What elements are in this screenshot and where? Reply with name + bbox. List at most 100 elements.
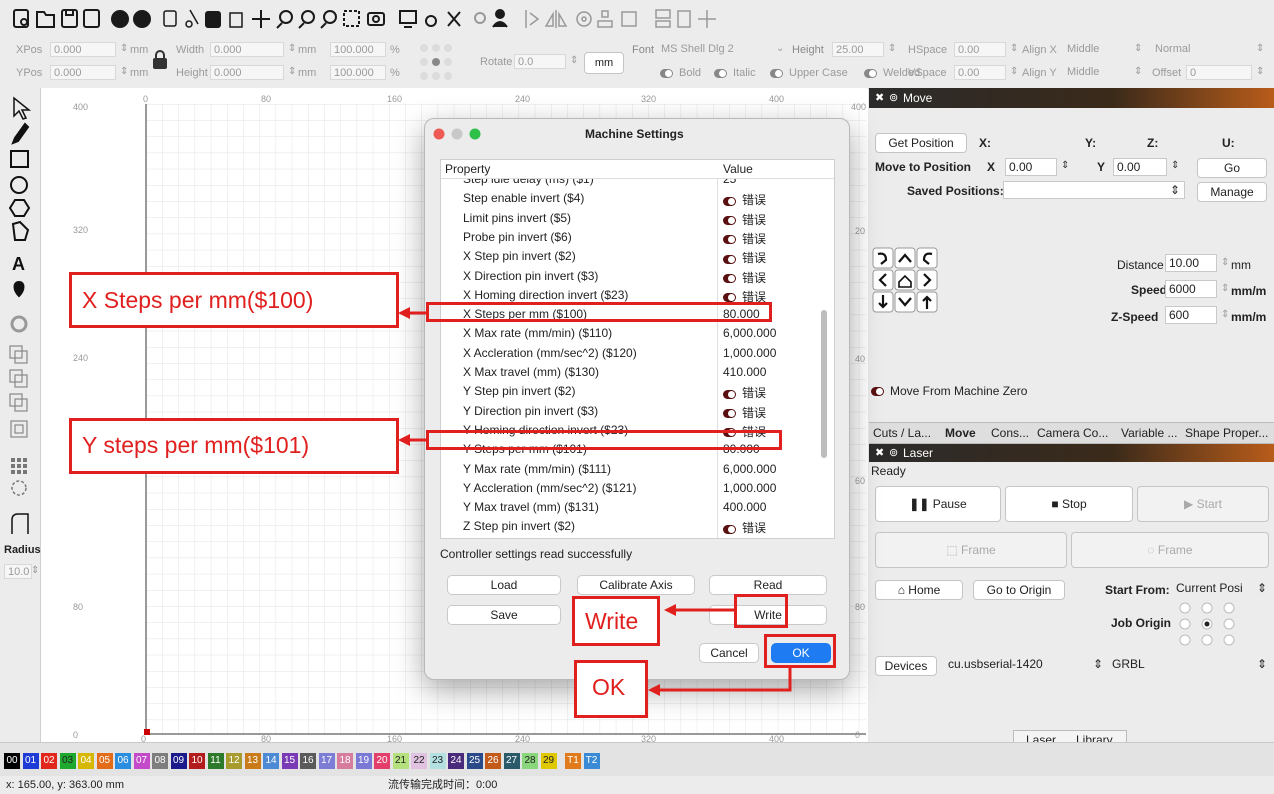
controller-select[interactable]: GRBL ⇕ (1109, 656, 1269, 674)
color-swatch-08[interactable]: 08 (152, 753, 168, 769)
cancel-button[interactable]: Cancel (699, 643, 759, 663)
row-value[interactable]: 错误 (723, 384, 766, 401)
zoom-window-icon[interactable] (469, 128, 481, 140)
close-icon[interactable]: ✖ (875, 88, 884, 108)
toggle-off-icon[interactable] (723, 254, 736, 264)
distance-field[interactable]: 10.00 (1165, 254, 1217, 272)
offset-tool-icon[interactable] (10, 315, 28, 333)
table-row[interactable]: X Accleration (mm/sec^2) ($120) 1,000.000 (441, 344, 821, 362)
color-swatch-26[interactable]: 26 (485, 753, 501, 769)
save-button[interactable]: Save (447, 605, 561, 625)
font-select[interactable]: MS Shell Dlg 2 (658, 42, 782, 57)
color-swatch-07[interactable]: 07 (133, 753, 150, 769)
tools-icon[interactable] (447, 11, 461, 27)
color-swatch-15[interactable]: 15 (281, 753, 298, 769)
start-button[interactable]: ▶ Start (1137, 486, 1269, 522)
align-icon[interactable] (525, 10, 540, 28)
zoom-out-icon[interactable] (298, 10, 315, 29)
row-value[interactable]: 410.000 (723, 365, 766, 379)
go-button[interactable]: Go (1197, 158, 1267, 178)
close-window-icon[interactable] (433, 128, 445, 140)
width-percent-field[interactable]: 100.000 (330, 42, 386, 57)
load-button[interactable]: Load (447, 575, 561, 595)
table-row[interactable]: Limit pins invert ($5) 错误 (441, 209, 821, 227)
open-file-icon[interactable] (36, 11, 55, 28)
color-swatch-09[interactable]: 09 (170, 753, 187, 769)
row-value[interactable]: 6,000.000 (723, 462, 776, 476)
toggle-off-icon[interactable] (723, 235, 736, 245)
row-value[interactable]: 错误 (723, 230, 766, 247)
weld-icon[interactable] (10, 420, 28, 438)
redo-icon[interactable] (133, 10, 151, 28)
camera-icon[interactable] (367, 12, 385, 26)
ypos-field[interactable]: 0.000 (50, 65, 116, 80)
color-swatch-02[interactable]: 02 (41, 753, 57, 769)
toggle-off-icon[interactable] (723, 273, 736, 283)
table-row[interactable]: X Max rate (mm/min) ($110) 6,000.000 (441, 324, 821, 342)
node-icon[interactable] (597, 10, 613, 28)
height-stepper[interactable]: ⇕ (288, 65, 298, 79)
distance-stepper[interactable]: ⇕ (1221, 256, 1231, 270)
job-origin-grid[interactable] (1177, 600, 1247, 654)
font-height-stepper[interactable]: ⇕ (888, 42, 898, 56)
target-icon[interactable] (576, 11, 592, 27)
frame-rect-button[interactable]: ⬚ Frame (875, 532, 1067, 568)
port-select[interactable]: cu.usbserial-1420 ⇕ (945, 656, 1105, 674)
layout-icon[interactable] (655, 9, 671, 28)
table-row[interactable]: Y Accleration (mm/sec^2) ($121) 1,000.000 (441, 479, 821, 497)
split-icon[interactable] (698, 10, 716, 28)
array-icon[interactable] (474, 12, 486, 24)
rotate-stepper[interactable]: ⇕ (570, 54, 580, 68)
grid-array-icon[interactable] (11, 458, 27, 474)
italic-toggle[interactable]: Italic (714, 67, 756, 79)
minimize-window-icon[interactable] (451, 128, 463, 140)
float-icon[interactable]: ⊚ (889, 444, 898, 462)
row-value[interactable]: 1,000.000 (723, 346, 776, 360)
move-y-stepper[interactable]: ⇕ (1171, 159, 1181, 173)
vspace-field[interactable]: 0.00 (954, 65, 1006, 80)
row-value[interactable]: 错误 (723, 191, 766, 208)
row-value[interactable]: 错误 (723, 269, 766, 286)
polygon-tool-icon[interactable] (8, 199, 31, 217)
alignx-select[interactable]: Middle (1064, 42, 1134, 57)
row-value[interactable]: 1,000.000 (723, 481, 776, 495)
table-row[interactable]: Z Step pin invert ($2) 错误 (441, 517, 821, 535)
table-row[interactable]: X Step pin invert ($2) 错误 (441, 247, 821, 265)
bold-toggle[interactable]: Bold (660, 67, 701, 79)
text-tool-icon[interactable]: A (12, 254, 25, 274)
color-swatch-18[interactable]: 18 (337, 753, 353, 769)
grid-icon[interactable] (621, 11, 637, 27)
color-swatch-23[interactable]: 23 (429, 753, 446, 769)
color-swatch-27[interactable]: 27 (503, 753, 520, 769)
color-swatch-T1[interactable]: T1 (565, 753, 581, 769)
table-row[interactable]: Step enable invert ($4) 错误 (441, 189, 821, 207)
position-tool-icon[interactable] (13, 280, 25, 298)
rotate-field[interactable]: 0.0 (514, 54, 566, 69)
toggle-off-icon[interactable] (723, 215, 736, 225)
color-swatch-00[interactable]: 00 (4, 753, 20, 769)
dock-icon[interactable] (677, 10, 691, 28)
calibrate-axis-button[interactable]: Calibrate Axis (577, 575, 695, 595)
color-swatch-03[interactable]: 03 (59, 753, 76, 769)
new-file-icon[interactable] (13, 9, 29, 28)
table-row[interactable]: Y Step pin invert ($2) 错误 (441, 382, 821, 400)
z-speed-stepper[interactable]: ⇕ (1221, 308, 1231, 322)
corner-radius-tool-icon[interactable] (11, 513, 29, 534)
z-speed-field[interactable]: 600 (1165, 306, 1217, 324)
font-height-field[interactable]: 25.00 (832, 42, 884, 57)
aligny-chevron[interactable]: ⇕ (1134, 65, 1144, 79)
color-swatch-21[interactable]: 21 (392, 753, 409, 769)
devices-button[interactable]: Devices (875, 656, 937, 676)
color-swatch-10[interactable]: 10 (189, 753, 205, 769)
width-field[interactable]: 0.000 (210, 42, 284, 57)
start-from-select[interactable]: Current Posi ⇕ (1173, 580, 1269, 598)
color-swatch-25[interactable]: 25 (466, 753, 483, 769)
user-icon[interactable] (492, 9, 508, 28)
home-button[interactable]: ⌂ Home (875, 580, 963, 600)
delete-icon[interactable] (229, 12, 243, 28)
move-x-field[interactable]: 0.00 (1005, 158, 1057, 176)
row-value[interactable]: 错误 (723, 404, 766, 421)
table-row[interactable]: X Direction pin invert ($3) 错误 (441, 267, 821, 285)
pause-button[interactable]: ❚❚ Pause (875, 486, 1001, 522)
close-icon[interactable]: ✖ (875, 444, 884, 462)
